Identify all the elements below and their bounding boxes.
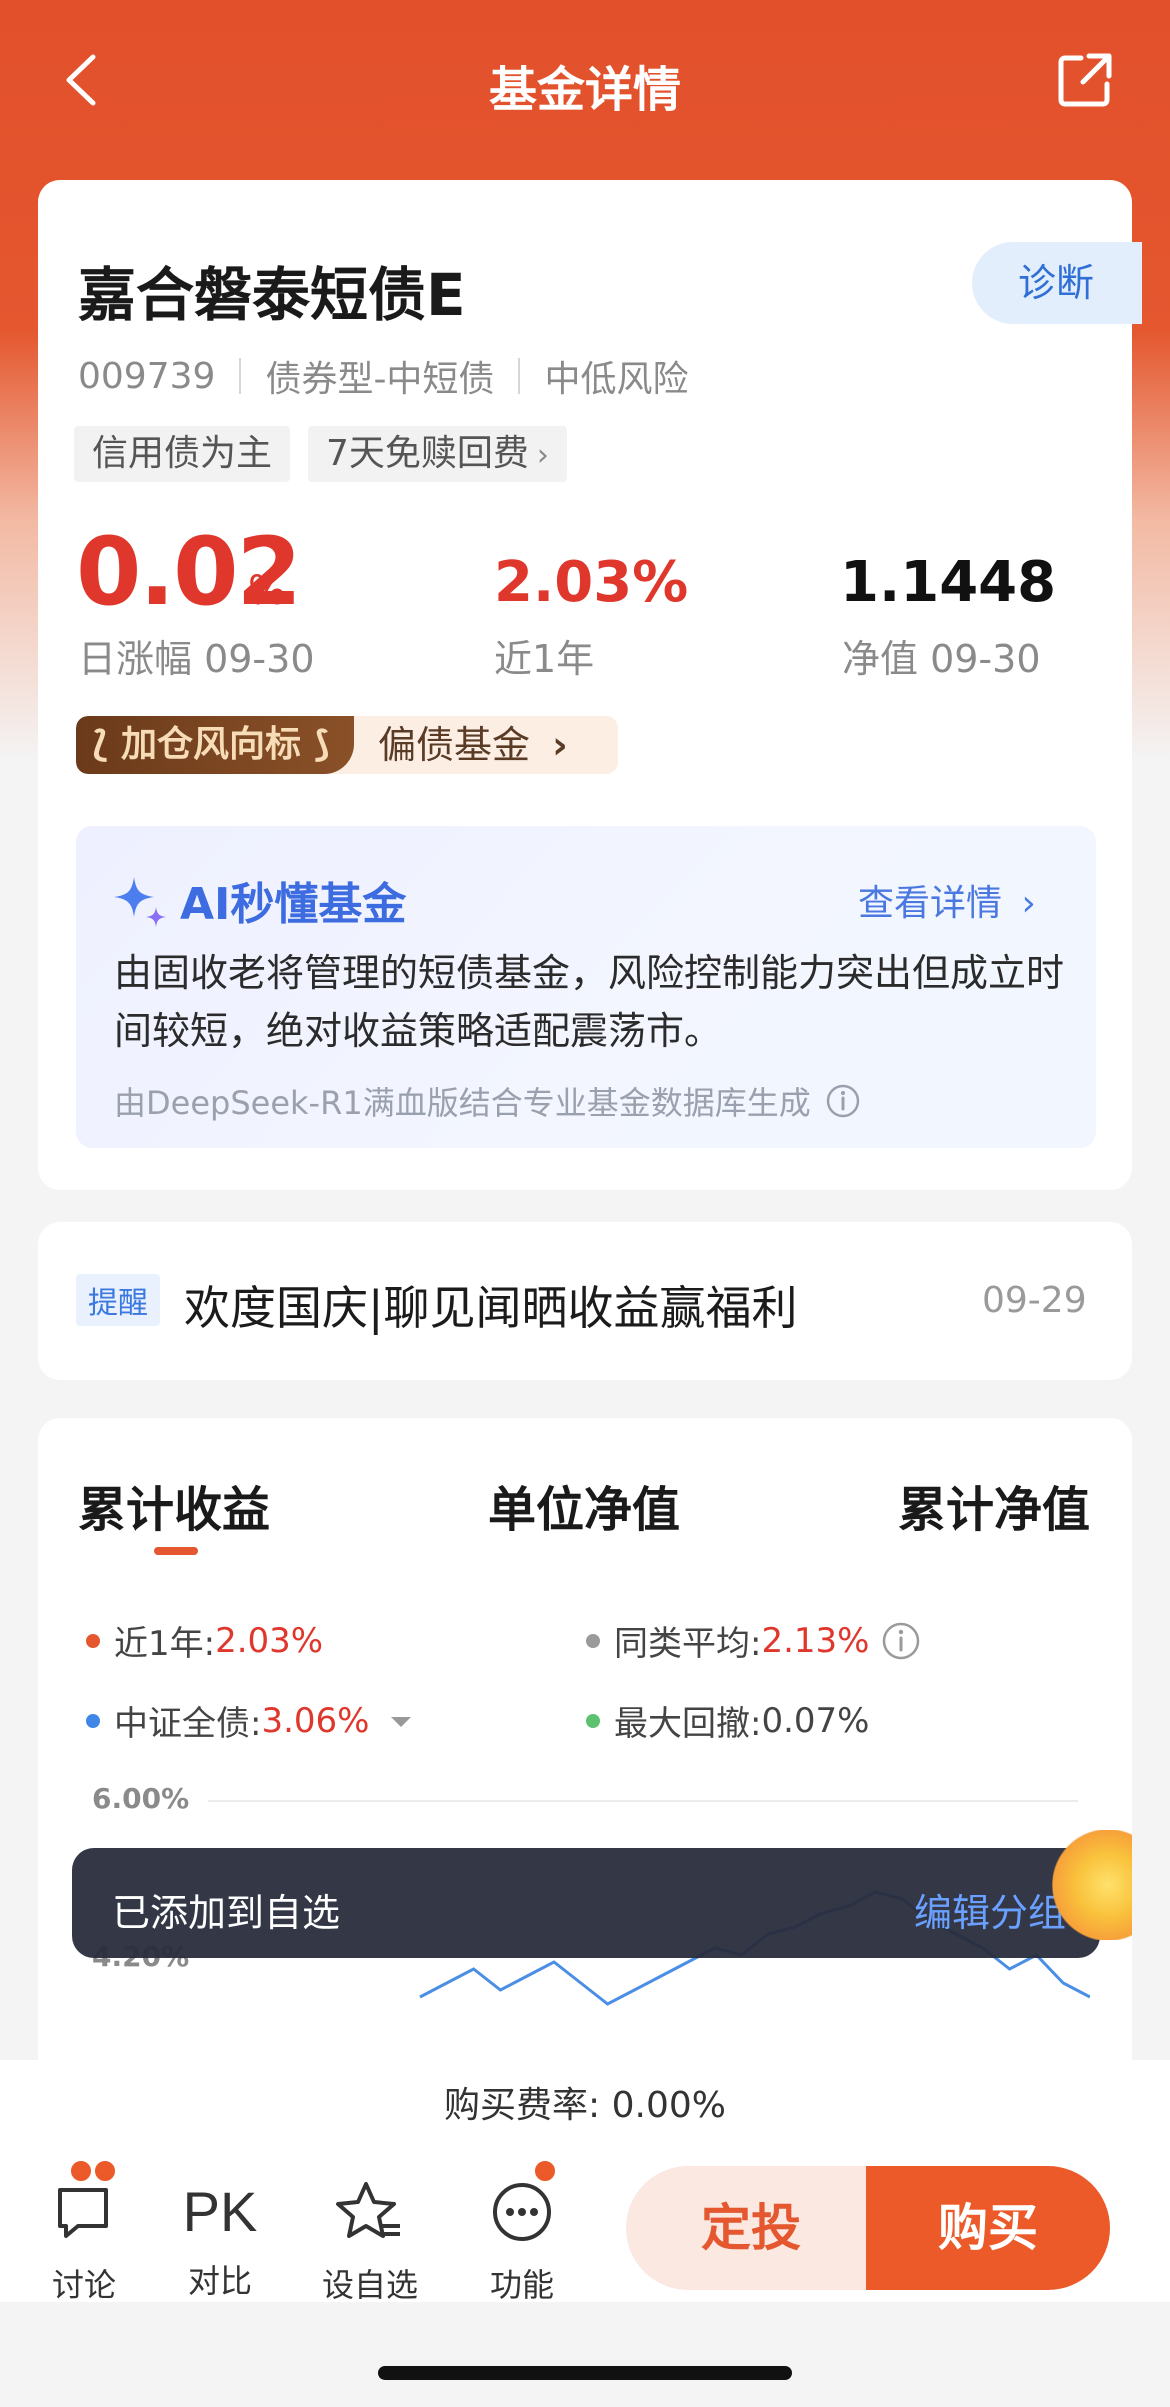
ai-view-details-link[interactable]: 查看详情 › [858, 874, 1036, 926]
legend-dot [586, 1633, 600, 1648]
one-year-return-label: 近1年 [494, 637, 595, 681]
chevron-right-icon: › [536, 438, 549, 473]
info-icon[interactable] [881, 1621, 921, 1661]
purchase-fee-text: 购买费率: 0.00% [0, 2060, 1170, 2152]
edit-group-button[interactable]: 编辑分组 [914, 1882, 1066, 1937]
nav-compare-label: 对比 [187, 2262, 252, 2300]
tag-redemption-fee-label: 7天免赎回费 [326, 433, 529, 474]
legend-value: 3.06% [261, 1700, 370, 1741]
daily-change-unit: % [248, 568, 287, 614]
notice-date: 09-29 [982, 1280, 1087, 1321]
tab-cumulative-return[interactable]: 累计收益 [78, 1470, 270, 1540]
nav-discuss[interactable]: 讨论 [24, 2158, 144, 2306]
nav-add-watchlist[interactable]: 设自选 [310, 2176, 430, 2306]
nav-functions[interactable]: 功能 [462, 2176, 582, 2306]
buy-button[interactable]: 购买 [866, 2166, 1110, 2290]
ai-title: AI秒懂基金 [112, 868, 406, 932]
banner-badge: ⟅ 加仓风向标 ⟆ [76, 716, 354, 774]
nav-discuss-label: 讨论 [51, 2266, 116, 2304]
nav-add-watchlist-label: 设自选 [321, 2266, 418, 2304]
notice-tag: 提醒 [76, 1274, 160, 1326]
more-icon [493, 2183, 551, 2241]
tag-redemption-fee[interactable]: 7天免赎回费 › [308, 426, 567, 482]
legend-label: 同类平均: [614, 1624, 762, 1664]
notification-badge [92, 2158, 118, 2184]
banner-badge-text: 加仓风向标 [121, 724, 302, 765]
tab-cumulative-nav[interactable]: 累计净值 [898, 1470, 1090, 1540]
chevron-right-icon: › [552, 723, 568, 767]
ai-more-label: 查看详情 [858, 883, 1003, 924]
legend-one-year: 近1年: 2.03% [86, 1616, 323, 1665]
chevron-right-icon: › [1021, 883, 1036, 924]
legend-dot [86, 1713, 100, 1728]
nav-compare[interactable]: PK 对比 [160, 2176, 280, 2302]
legend-max-drawdown: 最大回撤: 0.07% [586, 1696, 869, 1745]
notification-badge [68, 2158, 94, 2184]
legend-label: 中证全债: [114, 1704, 262, 1744]
share-icon [1058, 53, 1112, 107]
caret-down-icon [391, 1716, 412, 1727]
page-title: 基金详情 [488, 62, 681, 118]
legend-value: 2.13% [761, 1620, 870, 1661]
ai-summary-text: 由固收老将管理的短债基金，风险控制能力突出但成立时间较短，绝对收益策略适配震荡市… [114, 951, 1065, 1053]
toast-text: 已添加到自选 [112, 1891, 341, 1935]
legend-value: 2.03% [215, 1620, 324, 1661]
star-list-icon [336, 2182, 400, 2238]
fund-risk: 中低风险 [544, 359, 689, 400]
pk-icon: PK [182, 2180, 258, 2243]
ai-title-text: AI秒懂基金 [180, 879, 407, 930]
one-year-return-value: 2.03% [494, 550, 689, 615]
notice-text: 欢度国庆|聊见闻晒收益赢福利 [184, 1281, 798, 1335]
info-icon[interactable] [825, 1083, 861, 1119]
home-indicator[interactable] [378, 2366, 792, 2380]
legend-index[interactable]: 中证全债: 3.06% [86, 1696, 415, 1745]
legend-label: 近1年: [114, 1624, 216, 1664]
ai-footnote: 由DeepSeek-R1满血版结合专业基金数据库生成 [114, 1078, 861, 1124]
legend-peer-average: 同类平均: 2.13% [586, 1616, 921, 1665]
ai-footnote-text: 由DeepSeek-R1满血版结合专业基金数据库生成 [114, 1084, 811, 1122]
legend-dot [86, 1633, 100, 1648]
notification-badge [532, 2158, 558, 2184]
sparkle-icon [114, 877, 166, 927]
chat-icon [58, 2188, 108, 2238]
fund-code: 009739 [78, 355, 216, 397]
tab-active-indicator [154, 1547, 198, 1555]
tab-unit-nav[interactable]: 单位净值 [488, 1470, 680, 1540]
nav-functions-label: 功能 [489, 2266, 554, 2304]
banner-text: 偏债基金 › [354, 716, 618, 774]
home-area [0, 2302, 1170, 2407]
share-button[interactable] [1055, 50, 1115, 110]
nav-value: 1.1448 [840, 550, 1057, 615]
fund-tags: 信用债为主 7天免赎回费 › [74, 426, 567, 482]
fund-name: 嘉合磐泰短债E [78, 261, 466, 329]
legend-label: 最大回撤: [614, 1704, 762, 1744]
divider [239, 358, 242, 394]
fixed-invest-button[interactable]: 定投 [626, 2166, 876, 2290]
diagnose-button[interactable]: 诊断 [972, 242, 1142, 324]
daily-change-label: 日涨幅 09-30 [78, 637, 315, 681]
fund-meta: 009739 债券型-中短债 中低风险 [78, 350, 688, 402]
fund-type: 债券型-中短债 [265, 359, 495, 400]
divider [518, 358, 521, 394]
legend-value: 0.07% [761, 1700, 870, 1741]
floating-mascot-icon[interactable] [1052, 1830, 1132, 1940]
tag-credit-bond: 信用债为主 [74, 426, 291, 482]
nav-label: 净值 09-30 [842, 637, 1041, 681]
position-indicator-banner[interactable]: ⟅ 加仓风向标 ⟆ 偏债基金 › [76, 716, 618, 774]
legend-dot [586, 1713, 600, 1728]
banner-text-label: 偏债基金 [378, 723, 531, 767]
